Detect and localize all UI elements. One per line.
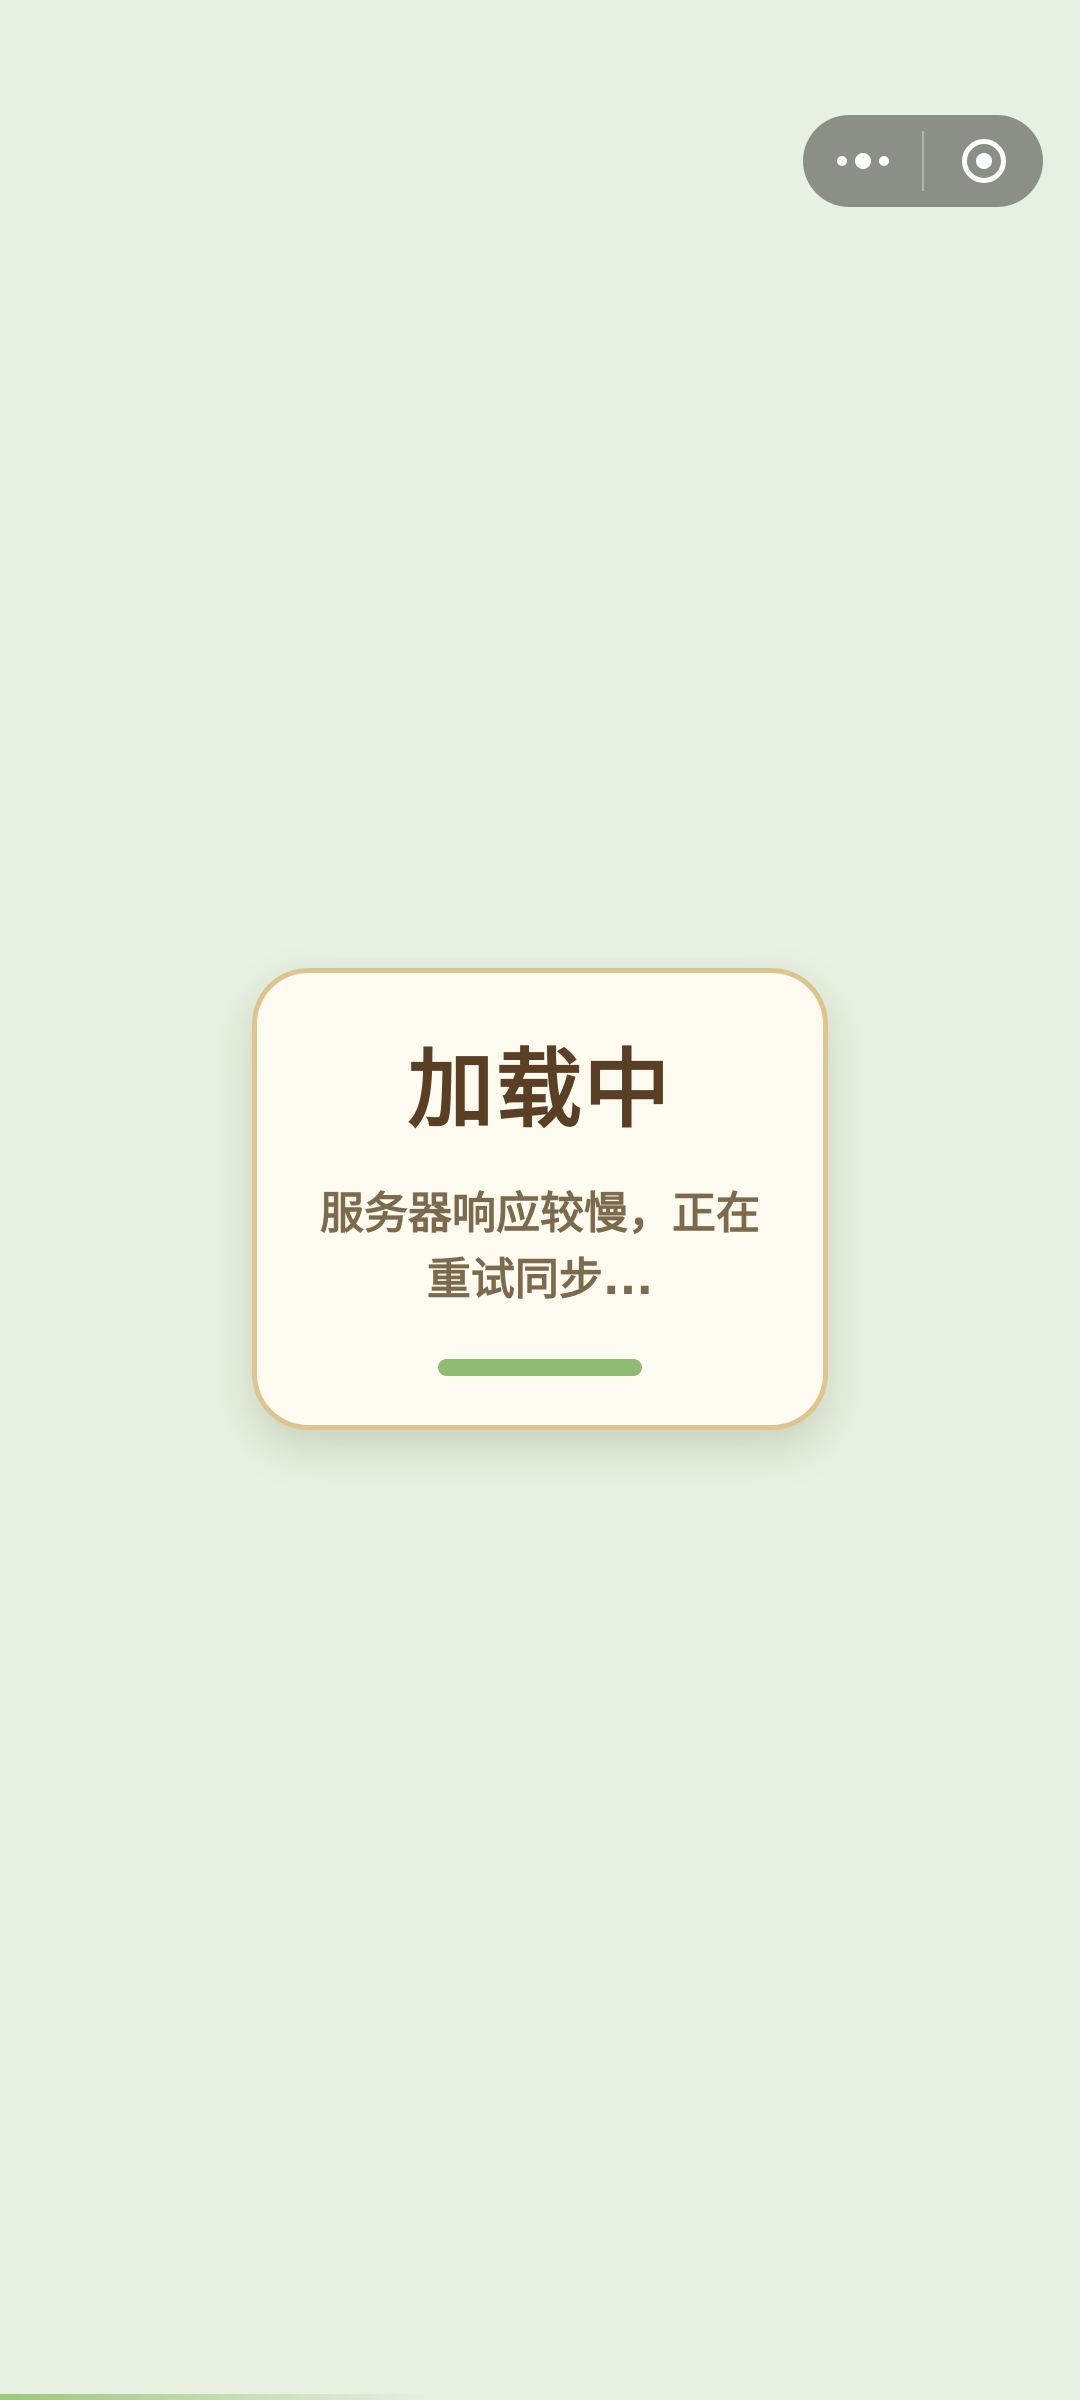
more-button[interactable] — [803, 115, 922, 207]
target-circle-icon — [961, 139, 1006, 183]
capsule-menu — [803, 115, 1043, 207]
bottom-accent — [0, 2394, 1080, 2400]
loading-dialog: 加载中 服务器响应较慢，正在重试同步... — [252, 968, 828, 1430]
close-button[interactable] — [924, 115, 1043, 207]
progress-fill — [438, 1359, 642, 1376]
more-dots-icon — [836, 153, 889, 169]
progress-bar — [438, 1359, 642, 1376]
dialog-message: 服务器响应较慢，正在重试同步... — [320, 1188, 760, 1305]
dialog-title: 加载中 — [408, 1040, 672, 1140]
